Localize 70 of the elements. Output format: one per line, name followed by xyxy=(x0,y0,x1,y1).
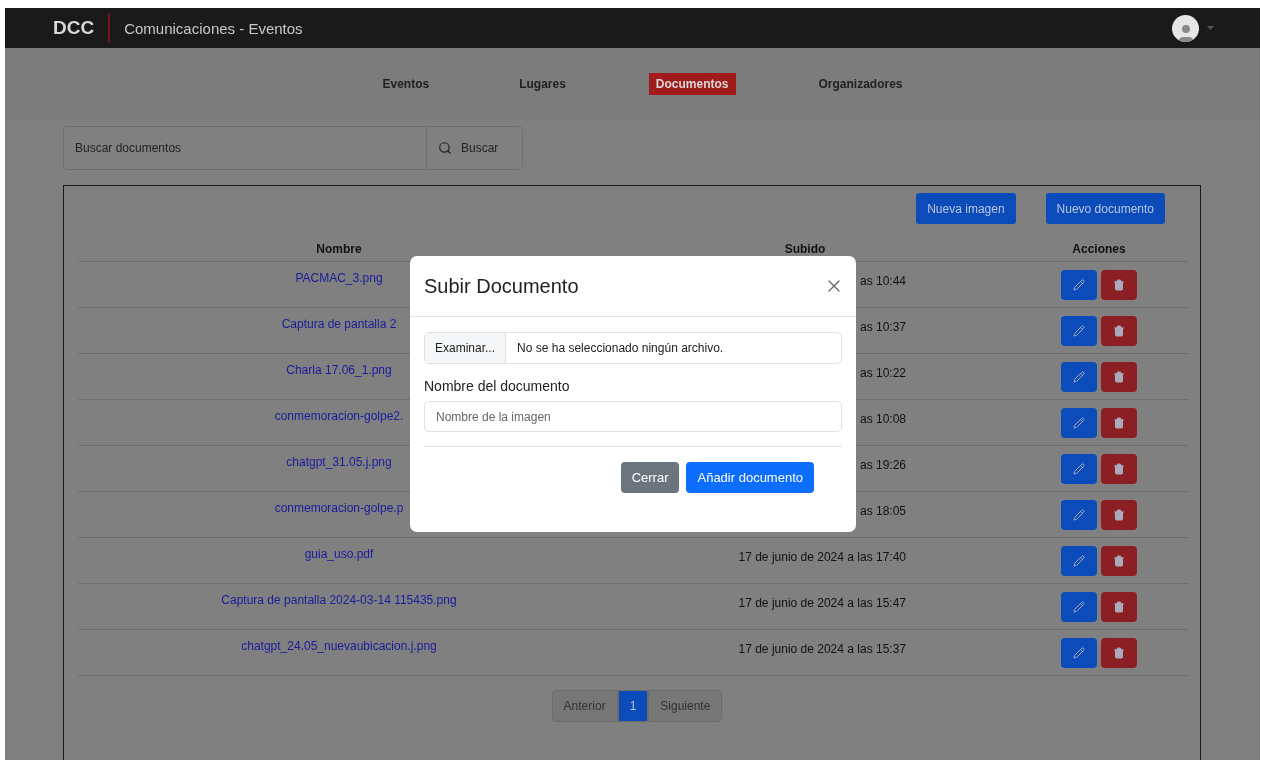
delete-button[interactable] xyxy=(1101,316,1137,346)
document-link[interactable]: conmemoracion-golpe2. xyxy=(274,409,404,423)
document-link[interactable]: chatgpt_24.05_nuevaubicacion.j.png xyxy=(241,639,437,653)
add-button[interactable]: Añadir documento xyxy=(686,462,814,493)
avatar-icon[interactable] xyxy=(1172,14,1199,42)
nav-tab[interactable]: Eventos xyxy=(375,73,437,95)
document-link[interactable]: Captura de pantalla 2024-03-14 115435.png xyxy=(221,593,457,607)
upload-date: as 19:26 xyxy=(859,458,906,472)
delete-button[interactable] xyxy=(1101,500,1137,530)
search-button[interactable]: Buscar xyxy=(426,126,523,170)
upload-date: 17 de junio de 2024 a las 17:40 xyxy=(738,550,906,564)
trash-icon xyxy=(1113,417,1125,429)
pencil-icon xyxy=(1073,555,1085,567)
pencil-icon xyxy=(1073,371,1085,383)
document-link[interactable]: conmemoracion-golpe.p xyxy=(274,501,404,515)
browse-button[interactable]: Examinar... xyxy=(425,333,507,363)
pencil-icon xyxy=(1073,325,1085,337)
document-link[interactable]: Captura de pantalla 2 xyxy=(281,317,397,331)
brand: DCC xyxy=(53,13,111,43)
trash-icon xyxy=(1113,647,1125,659)
pencil-icon xyxy=(1073,601,1085,613)
delete-button[interactable] xyxy=(1101,362,1137,392)
upload-date: as 10:08 xyxy=(859,412,906,426)
upload-date: as 10:37 xyxy=(859,320,906,334)
delete-button[interactable] xyxy=(1101,454,1137,484)
page-button[interactable]: Siguiente xyxy=(648,690,723,722)
field-label: Nombre del documento xyxy=(424,378,571,394)
trash-icon xyxy=(1113,601,1125,613)
caret-icon[interactable] xyxy=(1207,26,1214,30)
new-button[interactable]: Nueva imagen xyxy=(916,193,1016,224)
dialog-title: Subir Documento xyxy=(424,274,579,298)
pencil-icon xyxy=(1073,463,1085,475)
upload-date: 17 de junio de 2024 a las 15:47 xyxy=(738,596,906,610)
trash-icon xyxy=(1113,325,1125,337)
file-status: No se ha seleccionado ningún archivo. xyxy=(517,341,724,355)
document-link[interactable]: guia_uso.pdf xyxy=(304,547,374,561)
delete-button[interactable] xyxy=(1101,408,1137,438)
page-button[interactable]: 1 xyxy=(617,690,649,722)
nav-tab[interactable]: Lugares xyxy=(512,73,573,95)
trash-icon xyxy=(1113,509,1125,521)
page-button[interactable]: Anterior xyxy=(551,690,618,722)
app-title: Comunicaciones - Eventos xyxy=(124,19,304,37)
delete-button[interactable] xyxy=(1101,270,1137,300)
pencil-icon xyxy=(1073,509,1085,521)
upload-date: as 10:22 xyxy=(859,366,906,380)
pencil-icon xyxy=(1073,647,1085,659)
delete-button[interactable] xyxy=(1101,592,1137,622)
upload-date: as 10:44 xyxy=(859,274,906,288)
nav-tab[interactable]: Organizadores xyxy=(811,73,910,95)
delete-button[interactable] xyxy=(1101,546,1137,576)
document-link[interactable]: PACMAC_3.png xyxy=(295,271,383,285)
search-field[interactable]: Buscar documentos xyxy=(63,126,426,170)
search-icon xyxy=(438,141,452,155)
trash-icon xyxy=(1113,279,1125,291)
close-button[interactable]: Cerrar xyxy=(620,462,680,493)
nav-tab[interactable]: Documentos xyxy=(648,73,736,95)
document-link[interactable]: Charla 17.06_1.png xyxy=(286,363,392,377)
column-header: Acciones xyxy=(1010,237,1188,262)
new-button[interactable]: Nuevo documento xyxy=(1045,193,1165,224)
trash-icon xyxy=(1113,371,1125,383)
pencil-icon xyxy=(1073,417,1085,429)
name-field[interactable]: Nombre de la imagen xyxy=(424,401,842,432)
file-field[interactable]: Examinar... No se ha seleccionado ningún archivo. xyxy=(424,332,842,364)
upload-date: as 18:05 xyxy=(859,504,906,518)
pencil-icon xyxy=(1073,279,1085,291)
document-link[interactable]: chatgpt_31.05.j.png xyxy=(286,455,392,469)
delete-button[interactable] xyxy=(1101,638,1137,668)
upload-date: 17 de junio de 2024 a las 15:37 xyxy=(738,642,906,656)
trash-icon xyxy=(1113,555,1125,567)
trash-icon xyxy=(1113,463,1125,475)
